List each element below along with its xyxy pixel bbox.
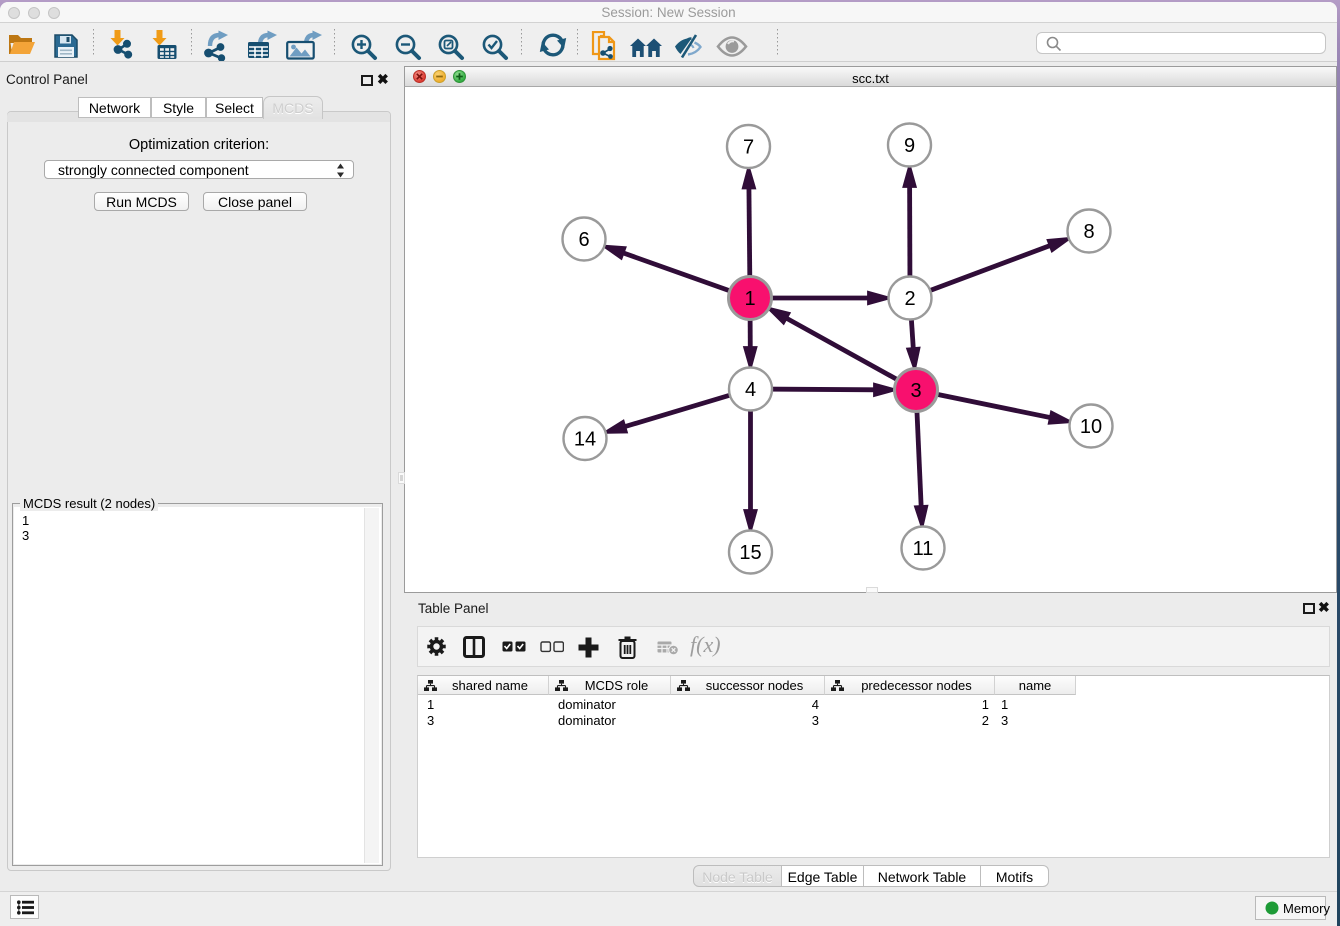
svg-text:6: 6 [578,229,589,251]
svg-text:8: 8 [1083,221,1094,243]
svg-text:9: 9 [904,135,915,157]
svg-text:7: 7 [743,137,754,159]
svg-text:3: 3 [910,380,921,402]
svg-text:2: 2 [904,288,915,310]
svg-text:1: 1 [744,288,755,310]
svg-text:10: 10 [1080,416,1102,438]
svg-text:15: 15 [739,542,761,564]
svg-text:14: 14 [574,429,596,451]
svg-text:4: 4 [745,379,756,401]
svg-text:11: 11 [913,538,934,560]
